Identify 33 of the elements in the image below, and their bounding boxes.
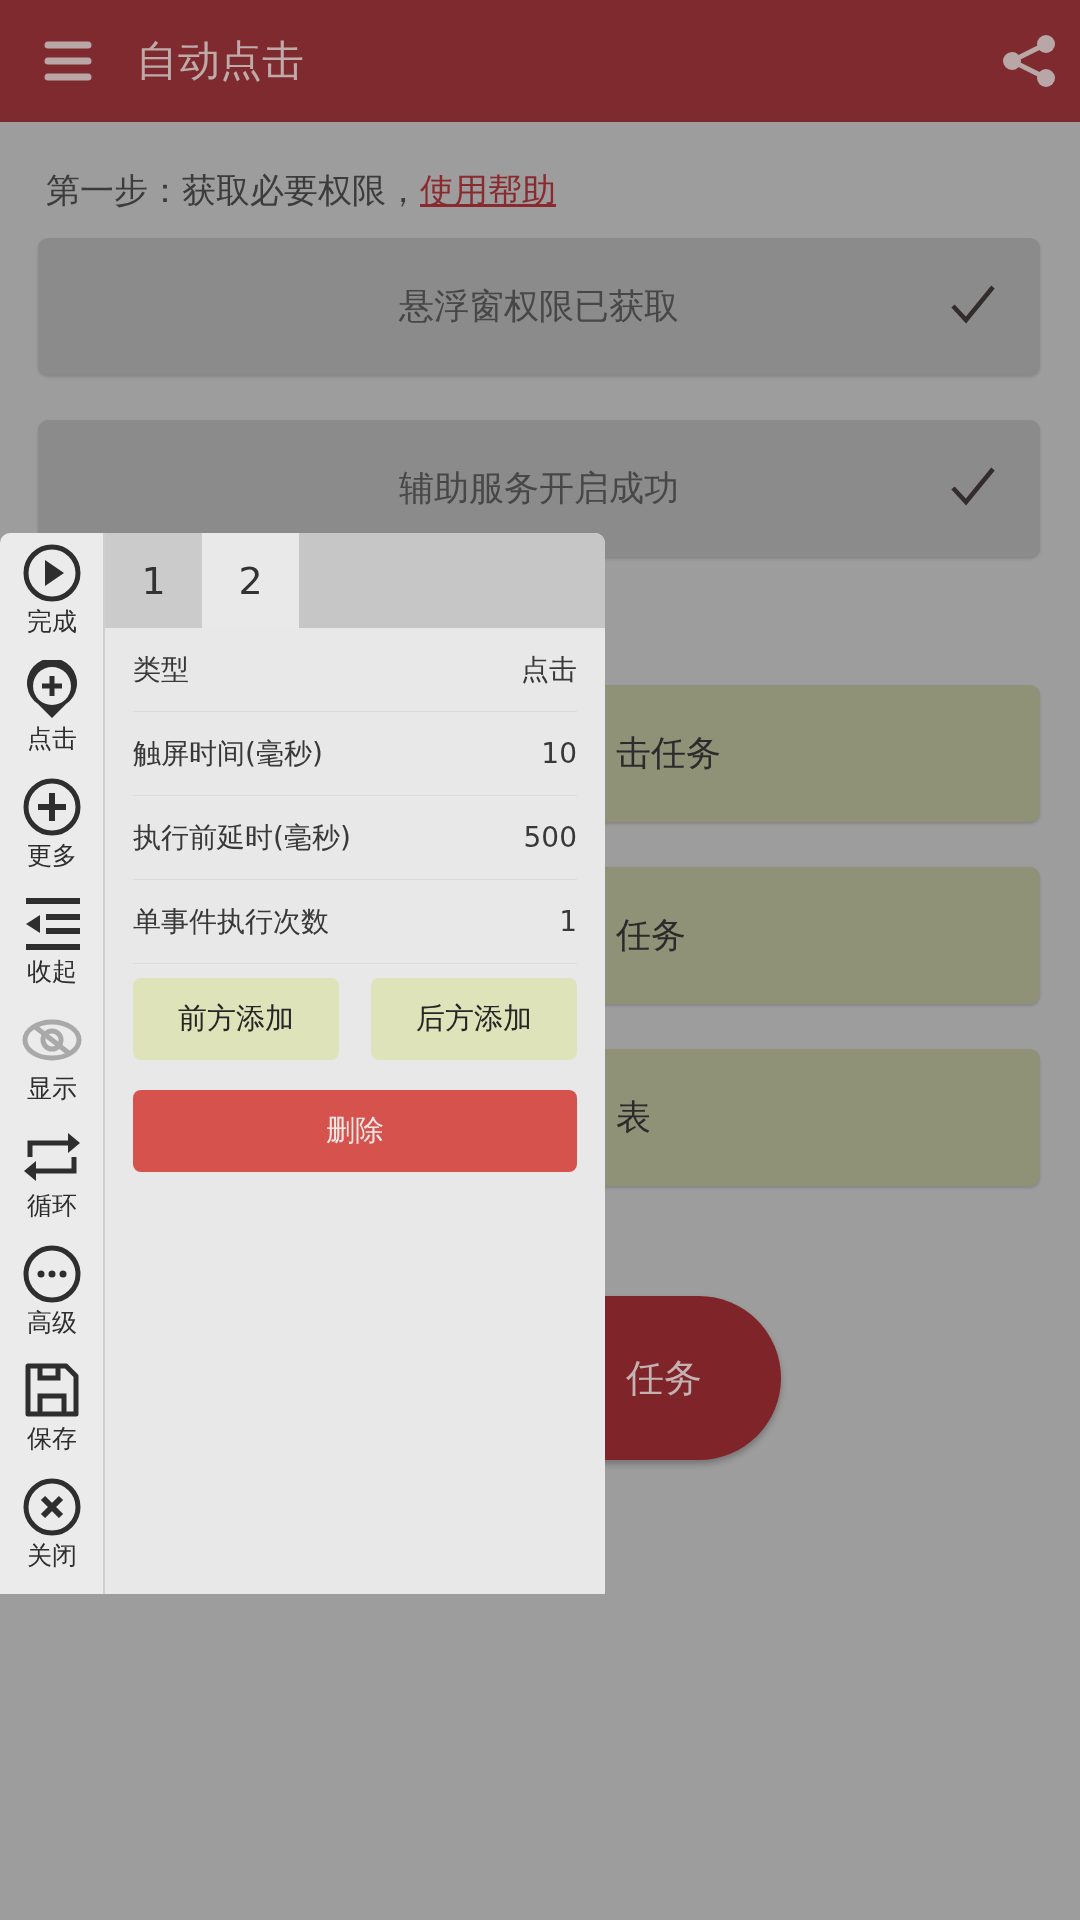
more-circle-icon[interactable]: [21, 1243, 82, 1304]
toolbar-label[interactable]: 循环: [26, 1188, 77, 1222]
toolbar-label[interactable]: 高级: [26, 1305, 77, 1339]
property-name: 单事件执行次数: [133, 903, 329, 940]
add-event-button[interactable]: 前方添加: [133, 978, 339, 1060]
tab[interactable]: 1: [105, 533, 202, 628]
share-icon[interactable]: [1002, 35, 1056, 87]
app-title: 自动点击: [136, 35, 305, 87]
action-label: 表: [616, 1096, 651, 1139]
toolbar-label[interactable]: 完成: [26, 605, 77, 638]
toolbar-label[interactable]: 关闭: [26, 1539, 77, 1573]
action-label: 任务: [616, 914, 686, 957]
property-name: 类型: [133, 651, 189, 688]
property-value[interactable]: 10: [541, 737, 577, 770]
plus-circle-icon[interactable]: [21, 776, 82, 837]
property-value[interactable]: 点击: [521, 650, 577, 689]
menu-icon[interactable]: [44, 40, 92, 82]
toolbar-label[interactable]: 点击: [26, 721, 77, 755]
property-value[interactable]: 1: [559, 905, 577, 938]
step-one-text: 第一步：获取必要权限，使用帮助: [38, 162, 1040, 220]
tab[interactable]: 2: [202, 533, 299, 628]
action-label: 击任务: [616, 732, 721, 775]
add-event-button[interactable]: 后方添加: [371, 978, 577, 1060]
play-circle-icon[interactable]: [21, 543, 82, 603]
close-icon[interactable]: [21, 1477, 82, 1538]
property-name: 执行前延时(毫秒): [133, 819, 351, 856]
toolbar-label[interactable]: 收起: [26, 955, 77, 989]
toolbar-label[interactable]: 更多: [26, 838, 77, 872]
permission-label: 悬浮窗权限已获取: [399, 285, 679, 328]
property-value[interactable]: 500: [523, 821, 577, 854]
toolbar-label[interactable]: 保存: [26, 1422, 77, 1456]
property-name: 触屏时间(毫秒): [133, 735, 323, 772]
permission-label: 辅助服务开启成功: [399, 467, 679, 510]
